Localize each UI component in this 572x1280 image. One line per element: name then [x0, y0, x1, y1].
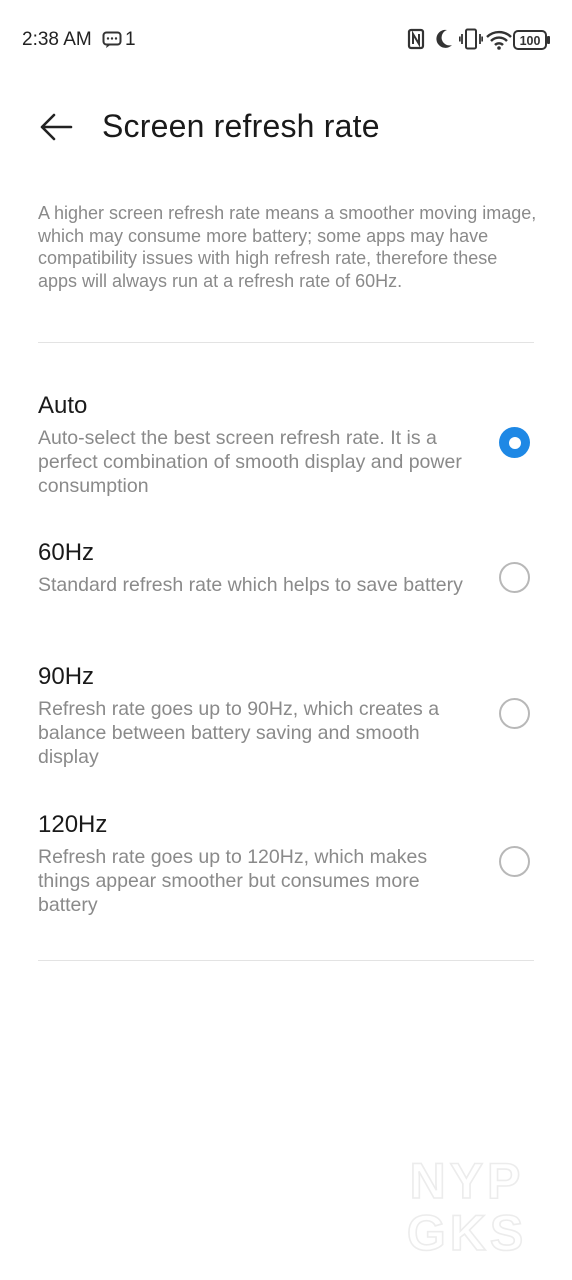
divider [38, 960, 534, 961]
notification-count: 1 [125, 29, 136, 50]
watermark-line-2: GKS [407, 1205, 527, 1254]
watermark-line-1: NYP [410, 1153, 525, 1209]
option-60hz[interactable]: 60Hz Standard refresh rate which helps t… [0, 539, 572, 639]
radio-button[interactable] [499, 846, 530, 877]
divider [38, 342, 534, 343]
vibrate-icon [459, 28, 483, 50]
nfc-icon [407, 28, 425, 50]
option-title: 60Hz [38, 539, 95, 566]
status-bar: 2:38 AM 1 100 [0, 0, 572, 80]
option-title: 120Hz [38, 811, 108, 838]
battery-level: 100 [520, 34, 541, 48]
option-auto[interactable]: Auto Auto-select the best screen refresh… [0, 392, 572, 512]
option-title: Auto [38, 392, 88, 419]
page-title: Screen refresh rate [102, 108, 380, 144]
option-90hz[interactable]: 90Hz Refresh rate goes up to 90Hz, which… [0, 663, 572, 783]
back-arrow-icon[interactable] [38, 112, 74, 142]
option-description: Refresh rate goes up to 90Hz, which crea… [38, 698, 440, 768]
option-title: 90Hz [38, 663, 95, 690]
battery-icon: 100 [513, 30, 550, 50]
watermark-logo: NYP GKS [406, 1152, 527, 1254]
radio-button-selected[interactable] [499, 427, 530, 458]
option-description: Refresh rate goes up to 120Hz, which mak… [38, 846, 428, 916]
message-icon [102, 31, 122, 48]
option-description: Standard refresh rate which helps to sav… [38, 574, 463, 596]
radio-button[interactable] [499, 562, 530, 593]
option-120hz[interactable]: 120Hz Refresh rate goes up to 120Hz, whi… [0, 811, 572, 931]
page-description: A higher screen refresh rate means a smo… [38, 203, 537, 291]
screen: 2:38 AM 1 100 Screen refresh rate A high… [0, 0, 572, 1280]
wifi-icon [486, 30, 512, 50]
option-description: Auto-select the best screen refresh rate… [38, 427, 462, 497]
moon-icon [436, 29, 452, 48]
status-time: 2:38 AM [22, 29, 92, 50]
radio-button[interactable] [499, 698, 530, 729]
